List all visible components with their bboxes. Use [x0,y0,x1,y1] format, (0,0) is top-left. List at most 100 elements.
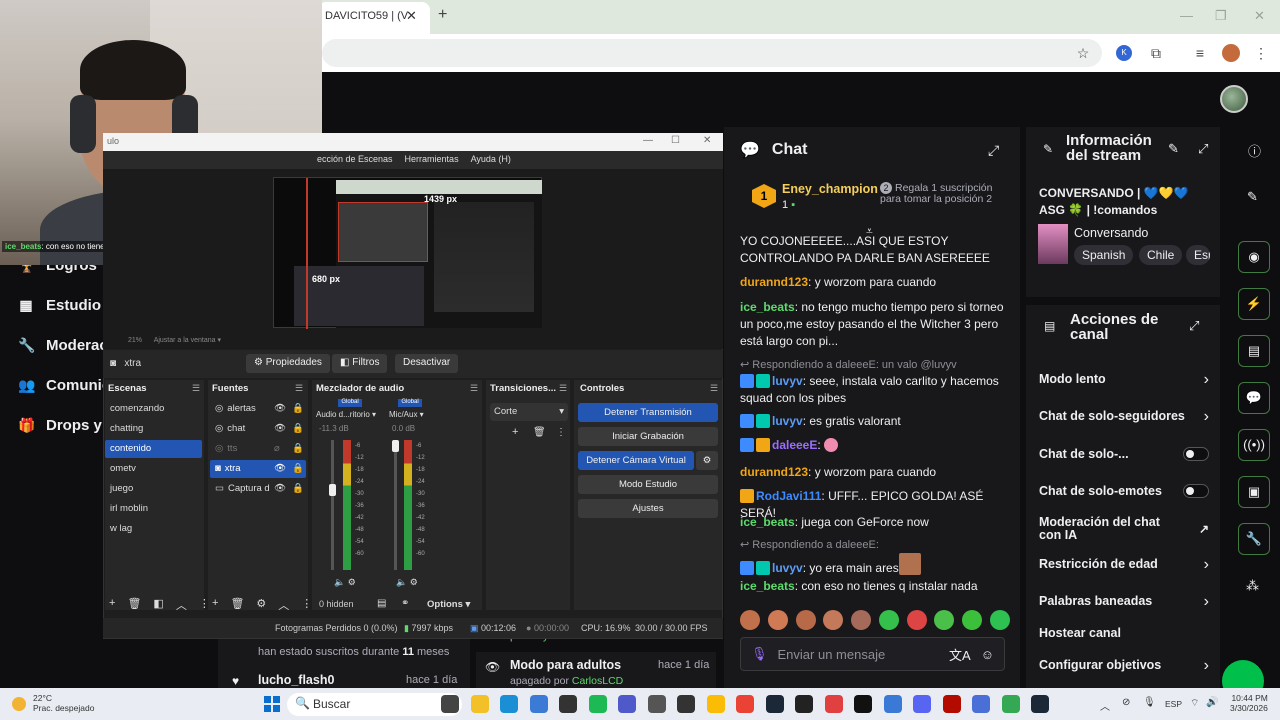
toggle-switch[interactable] [1183,484,1209,498]
scene-item[interactable]: juego [105,480,202,498]
controls-dock-menu-icon[interactable]: ☰ [710,383,718,394]
extension-icon[interactable]: K [1116,45,1132,61]
scene-item[interactable]: comenzando [105,400,202,418]
obs-menu-scenes[interactable]: ección de Escenas [317,154,393,169]
teams-icon[interactable] [618,695,636,713]
chrome-icon[interactable] [706,695,725,713]
extensions-puzzle-icon[interactable]: ⧉ [1147,44,1165,62]
category-thumbnail[interactable] [1038,224,1068,264]
visibility-eye-icon[interactable]: ⌀ [274,443,280,454]
file-explorer-icon[interactable] [470,695,489,713]
maximize-icon[interactable]: ❐ [1215,8,1227,24]
chrome-icon-3[interactable] [1001,695,1020,713]
actions-popout-icon[interactable]: ⤢ [1189,318,1199,334]
scene-item[interactable]: ometv [105,460,202,478]
chevron-right-icon[interactable]: › [1204,557,1209,573]
tag-chile[interactable]: Chile [1139,245,1183,265]
mixer-options-dropdown[interactable]: Options ▾ [427,599,470,610]
task-view-icon[interactable] [441,695,459,713]
transition-more-icon[interactable]: ⋮ [556,427,566,438]
action-6[interactable]: Restricción de edad › [1039,557,1209,573]
transition-select[interactable]: Corte ▾ [490,403,568,421]
microphone-icon[interactable]: 🎙 [751,646,768,662]
action-1[interactable]: Modo lento › [1039,372,1209,388]
profile-avatar[interactable] [1222,44,1240,62]
chat-rail-icon[interactable]: 💬 [1238,382,1270,414]
action-2[interactable]: Chat de solo-seguidores › [1039,409,1209,425]
steam-icon[interactable] [765,695,784,713]
mixer-ch1-slider[interactable] [331,440,334,570]
chat-username[interactable]: ice_beats [740,579,795,593]
settings-icon[interactable] [647,695,666,713]
mixer-ch2-knob[interactable] [392,440,399,452]
emote-icon[interactable] [906,610,927,630]
scene-item[interactable]: chatting [105,420,202,438]
emote-icon[interactable] [823,610,844,630]
chevron-right-icon[interactable]: › [1204,372,1209,388]
emote-icon[interactable] [795,610,816,630]
settings-button[interactable]: Ajustes [578,499,718,518]
add-scene-icon[interactable]: + [109,597,115,613]
source-gear-icon[interactable]: ⚙ [256,597,266,613]
scene-up-icon[interactable]: ︿ [176,597,187,613]
chat-username[interactable]: luvyv [772,414,803,428]
sidebar-item-estudio[interactable]: ▦ Estudio [18,297,101,314]
obs-preview[interactable]: 1439 px 680 px [273,177,542,329]
sidebar-item-drops[interactable]: 🎁 Drops y r [18,417,112,434]
wrench-rail-icon[interactable]: 🔧 [1238,523,1270,555]
sources-dock-menu-icon[interactable]: ☰ [295,383,303,394]
broadcast-icon[interactable]: ((•)) [1238,429,1270,461]
lock-icon[interactable]: 🔒 [292,403,304,414]
emote-icon[interactable] [878,610,899,630]
mixer-ch2-speaker-icon[interactable]: 🔈 ⚙ [396,577,418,588]
tiktok-icon[interactable] [854,695,872,713]
visibility-eye-icon[interactable]: 👁 [274,463,286,474]
lock-icon[interactable]: 🔒 [292,483,304,494]
store-icon[interactable] [529,695,548,713]
emote-icon[interactable] [934,610,955,630]
transition-add-icon[interactable]: + [512,426,518,438]
tray-language[interactable]: ESP [1165,699,1182,709]
chat-username[interactable]: luvyv [772,374,803,388]
windows-start-icon[interactable] [264,696,280,712]
pencil-icon[interactable]: ✎ [1247,189,1258,205]
chevron-right-icon[interactable]: › [1204,594,1209,610]
media-control-icon[interactable]: ≡ [1191,44,1209,62]
visibility-eye-icon[interactable]: 👁 [274,423,286,434]
chat-username[interactable]: RodJavi111 [756,489,821,503]
emote-icon[interactable] [767,610,788,630]
camera-icon[interactable]: ◉ [1238,241,1270,273]
obs-disable-button[interactable]: Desactivar [395,354,459,373]
info-icon[interactable]: ⓘ [1248,141,1261,160]
app-icon-2[interactable] [972,695,990,713]
emote-icon[interactable] [740,610,760,630]
delete-scene-icon[interactable]: 🗑 [127,597,141,613]
studio-mode-button[interactable]: Modo Estudio [578,475,718,494]
add-source-icon[interactable]: + [212,597,218,613]
stop-virtual-camera-button[interactable]: Detener Cámara Virtual [578,451,694,470]
tray-mic-icon[interactable]: 🎙 [1143,697,1156,708]
emote-icon[interactable] [962,610,983,630]
source-item[interactable]: ◙ xtra 👁 🔒 [210,460,306,478]
obs-close-icon[interactable]: ✕ [703,135,711,146]
tray-volume-icon[interactable]: 🔊 [1206,697,1218,708]
emote-icon[interactable] [989,610,1010,630]
chevron-right-icon[interactable]: › [1204,658,1209,674]
mixer-ch1-name[interactable]: Audio d...ritorio ▾ [316,410,376,419]
source-up-icon[interactable]: ︿ [278,597,289,613]
discord-icon[interactable] [913,695,931,713]
obs-minimize-icon[interactable]: — [643,135,653,146]
tag-esp[interactable]: Esp [1186,245,1210,265]
chat-username[interactable]: ice_beats [740,515,795,529]
media-player-icon[interactable] [677,695,695,713]
stream-info-popout-icon[interactable]: ⤢ [1198,141,1208,157]
action-7[interactable]: Palabras baneadas › [1039,594,1209,610]
sidebar-item-moderacion[interactable]: 🔧 Moderac [18,337,108,354]
mixer-ch2-name[interactable]: Mic/Aux ▾ [389,410,424,419]
edge-icon[interactable] [500,695,518,713]
adobe-icon[interactable] [942,695,961,713]
activity-user[interactable]: lucho_flash0 [258,673,334,687]
lock-icon[interactable]: 🔒 [292,443,304,454]
chat-username[interactable]: ice_beats [740,300,795,314]
layout-icon[interactable]: ▣ [1238,476,1270,508]
